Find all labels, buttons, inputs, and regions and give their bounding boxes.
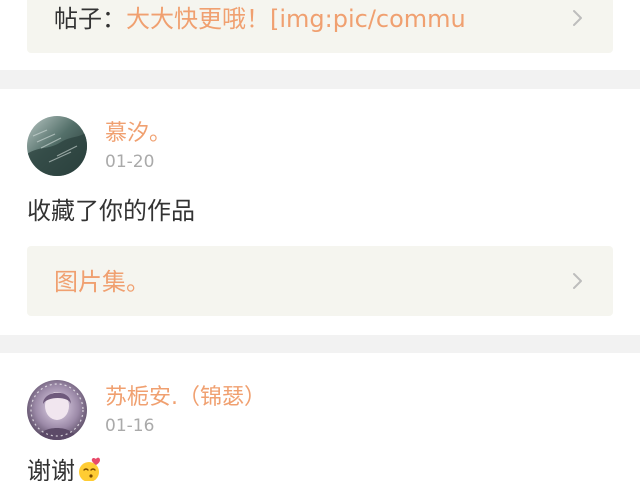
comment-text: 收藏了你的作品 — [27, 197, 195, 225]
comment-text: 谢谢 — [27, 456, 103, 481]
feed-card: 慕汐。 01-20 收藏了你的作品 图片集。 — [0, 89, 640, 335]
chevron-right-icon — [573, 273, 582, 289]
feed-card: 帖子：大大快更哦！[img:pic/commu — [0, 0, 640, 70]
post-reference-text: 图片集。 — [54, 268, 150, 296]
kiss-emoji-icon — [79, 457, 100, 481]
post-reference-title: 图片集。 — [54, 268, 150, 296]
username[interactable]: 慕汐。 — [105, 121, 171, 147]
feed-card: 苏栀安.（锦瑟） 01-16 谢谢 — [0, 353, 640, 481]
comment-date: 01-20 — [105, 152, 155, 172]
post-reference-title: 大大快更哦！[img:pic/commu — [126, 5, 466, 33]
username[interactable]: 苏栀安.（锦瑟） — [105, 385, 266, 411]
avatar[interactable] — [27, 380, 87, 440]
comment-text-content: 谢谢 — [27, 457, 75, 481]
comment-feed: 帖子：大大快更哦！[img:pic/commu 慕汐。 01-20 收藏了你的作… — [0, 0, 640, 481]
post-reference[interactable]: 图片集。 — [27, 246, 613, 316]
post-reference-text: 帖子：大大快更哦！[img:pic/commu — [54, 5, 466, 33]
comment-date: 01-16 — [105, 416, 155, 436]
chevron-right-icon — [573, 10, 582, 26]
post-reference-label: 帖子： — [54, 5, 126, 33]
avatar[interactable] — [27, 116, 87, 176]
post-reference[interactable]: 帖子：大大快更哦！[img:pic/commu — [27, 0, 613, 53]
